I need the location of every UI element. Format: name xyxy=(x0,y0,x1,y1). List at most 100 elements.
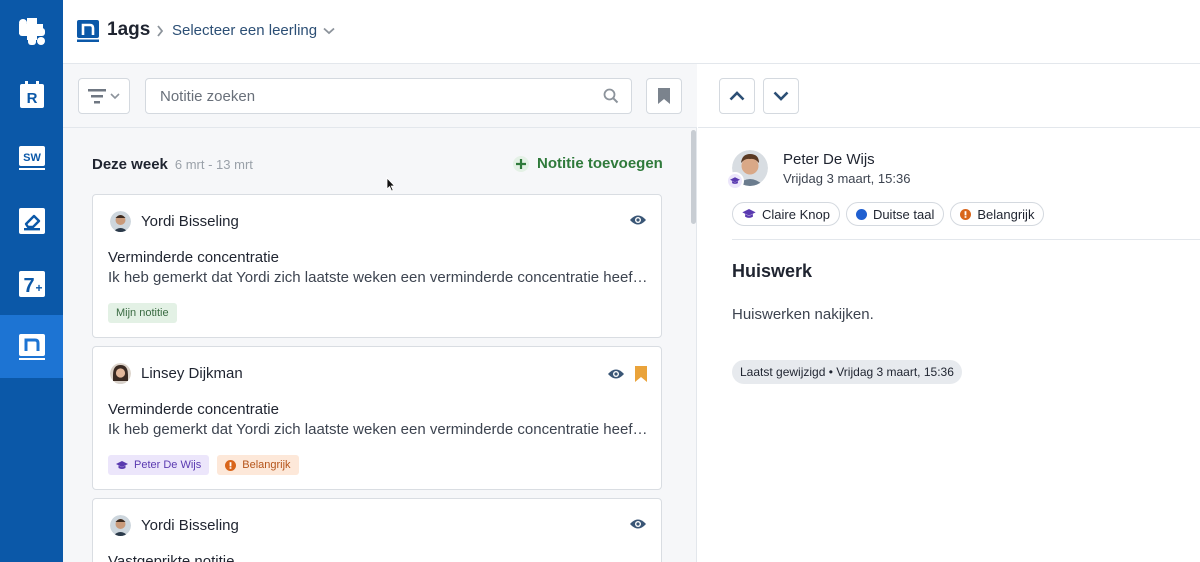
svg-text:7: 7 xyxy=(23,275,34,297)
week-header: Deze week 6 mrt - 13 mrt xyxy=(92,156,253,173)
note-tags: Peter De Wijs Belangrijk xyxy=(108,455,299,475)
exclamation-circle-icon xyxy=(225,459,237,471)
r-app-icon: R xyxy=(19,80,44,108)
notes-brand-icon xyxy=(77,20,99,42)
sw-app-icon: SW xyxy=(18,145,45,170)
chevron-down-icon xyxy=(110,92,120,99)
puzzle-logo-icon xyxy=(18,17,45,45)
week-range: 6 mrt - 13 mrt xyxy=(174,157,253,172)
add-note-button[interactable]: Notitie toevoegen xyxy=(513,155,663,172)
rail-item-eraser[interactable] xyxy=(0,189,63,252)
note-author: Linsey Dijkman xyxy=(110,363,243,384)
note-card[interactable]: Yordi Bisseling Vastgeprikte notitie xyxy=(92,498,662,562)
rail-item-seven-plus[interactable]: 7 + xyxy=(0,252,63,315)
note-detail-panel: Peter De Wijs Vrijdag 3 maart, 15:36 Cla… xyxy=(698,64,1200,562)
note-card[interactable]: Linsey Dijkman Verminderde concentratie … xyxy=(92,346,662,490)
note-card-icons xyxy=(629,518,647,530)
note-preview: Ik heb gemerkt dat Yordi zich laatste we… xyxy=(108,269,648,286)
subject-dot-icon xyxy=(855,208,867,220)
tag-teacher: Claire Knop xyxy=(732,202,840,226)
detail-tags: Claire Knop Duitse taal Belangrijk xyxy=(732,202,1045,226)
search-box xyxy=(145,78,632,114)
plus-icon xyxy=(513,155,529,172)
note-author-name: Linsey Dijkman xyxy=(141,365,243,382)
note-tags: Mijn notitie xyxy=(108,303,177,323)
week-title: Deze week xyxy=(92,156,168,173)
note-card-icons xyxy=(629,214,647,226)
app-rail: R SW 7 + xyxy=(0,0,63,562)
eraser-app-icon xyxy=(18,207,45,234)
notes-app-icon xyxy=(18,333,45,360)
svg-text:R: R xyxy=(26,90,37,107)
note-author: Yordi Bisseling xyxy=(110,515,239,536)
avatar xyxy=(110,363,131,384)
student-select[interactable]: Selecteer een leerling xyxy=(172,22,335,39)
graduation-cap-icon xyxy=(742,209,756,218)
avatar xyxy=(110,211,131,232)
avatar xyxy=(110,515,131,536)
tag-important-label: Belangrijk xyxy=(977,206,1035,222)
seven-plus-app-icon: 7 + xyxy=(18,270,45,297)
note-author: Yordi Bisseling xyxy=(110,211,239,232)
eye-icon[interactable] xyxy=(629,518,647,530)
detail-body: Huiswerken nakijken. xyxy=(732,306,874,323)
add-note-label: Notitie toevoegen xyxy=(537,155,663,172)
detail-toolbar xyxy=(698,64,1200,128)
chevron-right-icon xyxy=(157,25,164,37)
note-author-name: Yordi Bisseling xyxy=(141,213,239,230)
tag-teacher-label: Peter De Wijs xyxy=(134,459,202,471)
filter-button[interactable] xyxy=(78,78,130,114)
svg-text:+: + xyxy=(35,281,42,295)
scrollbar-thumb[interactable] xyxy=(691,130,696,224)
top-bar: 1ags Selecteer een leerling xyxy=(63,0,1200,64)
detail-title: Huiswerk xyxy=(732,261,813,281)
tag-subject-label: Duitse taal xyxy=(872,206,935,222)
rail-item-notes[interactable] xyxy=(0,315,63,378)
page-title: 1ags xyxy=(107,19,151,40)
note-title: Vastgeprikte notitie xyxy=(108,553,235,562)
student-select-label: Selecteer een leerling xyxy=(172,22,318,39)
graduation-cap-icon xyxy=(730,177,740,184)
svg-text:SW: SW xyxy=(23,152,41,164)
note-title: Verminderde concentratie xyxy=(108,401,279,418)
chevron-down-icon xyxy=(773,91,789,101)
bookmark-filter-button[interactable] xyxy=(646,78,682,114)
chevron-up-icon xyxy=(729,91,745,101)
last-modified-badge: Laatst gewijzigd • Vrijdag 3 maart, 15:3… xyxy=(732,360,962,384)
tag-subject: Duitse taal xyxy=(845,202,945,226)
notes-list-panel: Deze week 6 mrt - 13 mrt Notitie toevoeg… xyxy=(63,64,697,562)
tag-teacher-label: Claire Knop xyxy=(762,206,830,222)
tag-important: Belangrijk xyxy=(217,455,299,475)
note-card[interactable]: Yordi Bisseling Verminderde concentratie… xyxy=(92,194,662,338)
list-toolbar xyxy=(63,64,697,128)
tag-teacher: Peter De Wijs xyxy=(108,455,210,475)
graduation-cap-icon xyxy=(116,460,128,469)
bookmark-filled-icon[interactable] xyxy=(635,366,647,382)
bookmark-icon xyxy=(658,88,670,104)
note-card-icons xyxy=(607,366,647,382)
next-note-button[interactable] xyxy=(763,78,799,114)
divider xyxy=(732,239,1200,240)
note-title: Verminderde concentratie xyxy=(108,249,279,266)
filter-icon xyxy=(88,89,106,104)
note-preview: Ik heb gemerkt dat Yordi zich laatste we… xyxy=(108,421,648,438)
teacher-badge xyxy=(726,172,744,190)
eye-icon[interactable] xyxy=(629,214,647,226)
tag-my-note: Mijn notitie xyxy=(108,303,177,323)
app-logo[interactable] xyxy=(0,0,63,63)
eye-icon[interactable] xyxy=(607,368,625,380)
tag-important-label: Belangrijk xyxy=(242,459,291,471)
list-scrollbar[interactable] xyxy=(690,128,697,562)
previous-note-button[interactable] xyxy=(719,78,755,114)
rail-item-sw[interactable]: SW xyxy=(0,126,63,189)
tag-important: Belangrijk xyxy=(950,202,1045,226)
mouse-cursor-icon xyxy=(386,177,396,192)
chevron-down-icon xyxy=(323,27,335,34)
exclamation-circle-icon xyxy=(960,208,972,220)
search-input[interactable] xyxy=(146,79,586,113)
note-author-name: Yordi Bisseling xyxy=(141,517,239,534)
detail-date: Vrijdag 3 maart, 15:36 xyxy=(783,171,911,186)
rail-item-r[interactable]: R xyxy=(0,63,63,126)
search-icon[interactable] xyxy=(603,88,619,104)
detail-author-name: Peter De Wijs xyxy=(783,151,875,168)
